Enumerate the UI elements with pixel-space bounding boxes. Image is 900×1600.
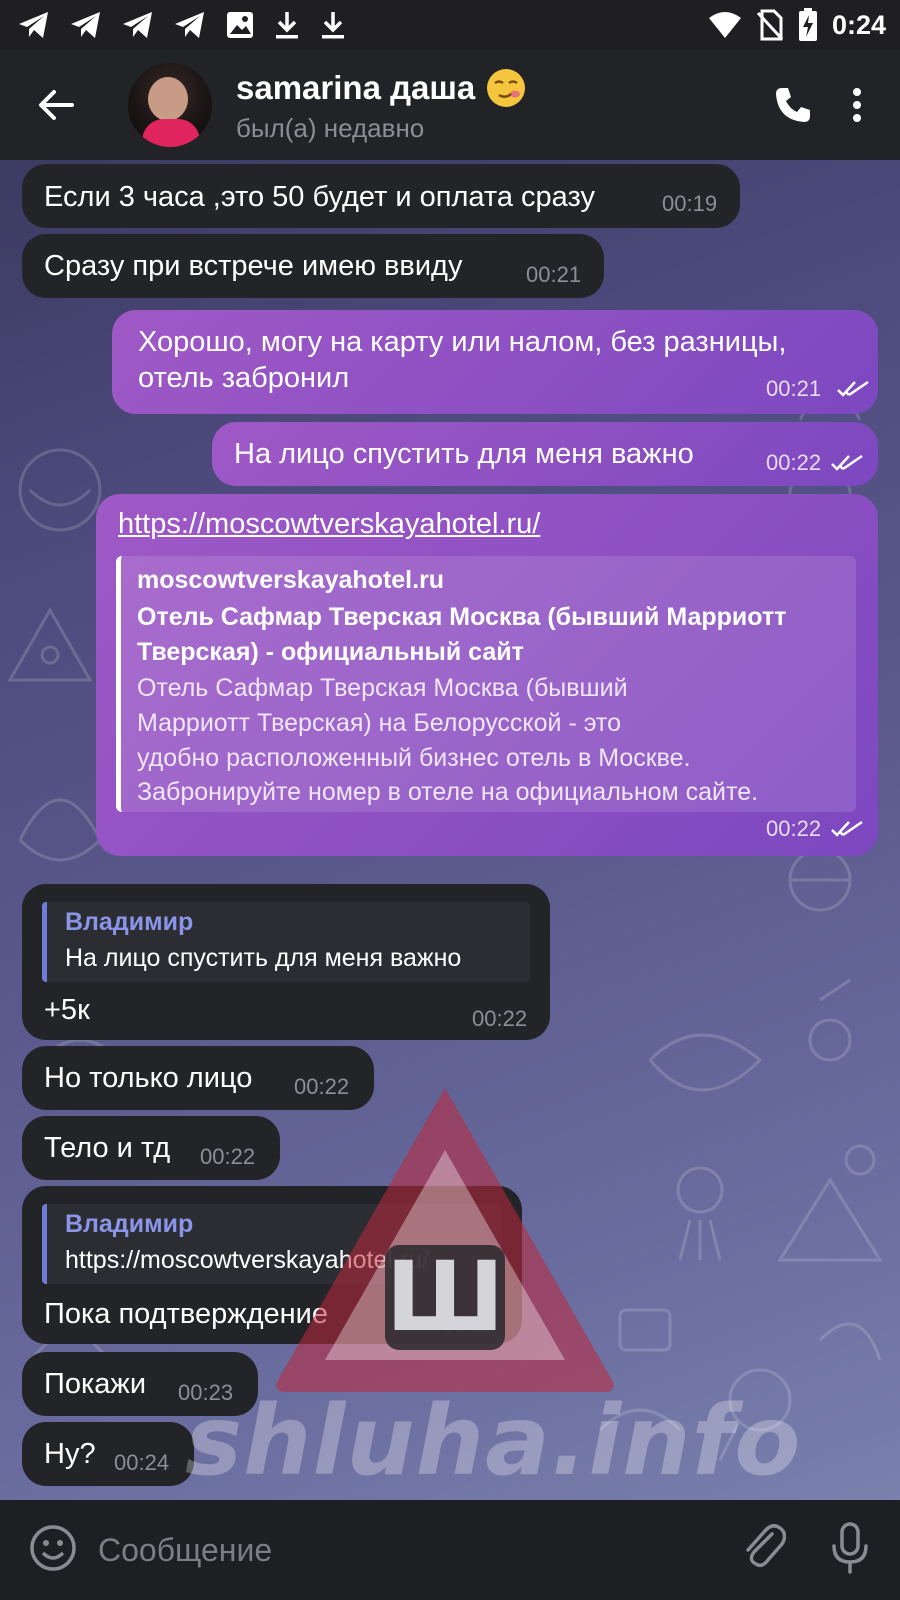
contact-last-seen: был(а) недавно xyxy=(236,112,425,143)
smile-icon xyxy=(30,1525,76,1571)
message-outgoing[interactable]: На лицо спустить для меня важно 00:22 xyxy=(212,422,878,486)
message-text: На лицо спустить для меня важно xyxy=(234,438,694,470)
message-time: 00:22 xyxy=(472,1006,528,1031)
attach-button[interactable] xyxy=(742,1524,787,1576)
arrow-left-icon xyxy=(39,90,74,120)
more-options-button[interactable] xyxy=(852,87,862,123)
message-incoming[interactable]: Тело и тд 00:22 xyxy=(22,1116,280,1180)
message-time: 00:21 xyxy=(526,262,582,287)
download-icon xyxy=(322,12,344,39)
reply-author: Владимир xyxy=(65,908,194,936)
message-link[interactable]: https://moscowtverskayahotel.ru/ xyxy=(118,508,540,541)
message-time: 00:22 xyxy=(442,1312,498,1337)
message-incoming-reply[interactable]: Владимир https://moscowtverskayahotel.ru… xyxy=(22,1186,522,1344)
message-text: Сразу при встрече имею ввиду xyxy=(44,250,463,282)
preview-description-line: Отель Сафмар Тверская Москва (бывший xyxy=(137,674,628,702)
telegram-icon xyxy=(19,12,48,38)
preview-description-line: Забронируйте номер в отеле на официально… xyxy=(137,778,759,806)
telegram-icon xyxy=(123,12,152,38)
avatar[interactable] xyxy=(128,63,212,147)
message-input[interactable] xyxy=(98,1531,742,1569)
preview-title-line: Отель Сафмар Тверская Москва (бывший Мар… xyxy=(137,603,787,631)
message-text: +5к xyxy=(44,994,90,1026)
reply-text: https://moscowtverskayahotel.ru/ xyxy=(65,1246,430,1274)
message-time: 00:22 xyxy=(200,1144,256,1169)
notification-icons xyxy=(18,10,346,40)
preview-description-line: Марриотт Тверская) на Белорусской - это xyxy=(137,709,621,737)
message-incoming[interactable]: Но только лицо 00:22 xyxy=(22,1046,374,1110)
message-incoming[interactable]: Ну? 00:24 xyxy=(22,1422,194,1486)
message-text-line: отель забронил xyxy=(138,362,350,394)
no-sim-icon xyxy=(756,9,784,41)
message-time: 00:22 xyxy=(766,450,822,475)
message-text-line: Хорошо, могу на карту или налом, без раз… xyxy=(138,326,787,358)
message-time: 00:22 xyxy=(294,1074,350,1099)
message-text: Пока подтверждение xyxy=(44,1298,329,1330)
message-text: Если 3 часа ,это 50 будет и оплата сразу xyxy=(44,181,595,213)
message-outgoing[interactable]: Хорошо, могу на карту или налом, без раз… xyxy=(112,310,878,414)
reply-quote[interactable]: Владимир На лицо спустить для меня важно xyxy=(42,902,530,982)
chat-header: samarina даша был(а) недавно xyxy=(0,50,900,160)
message-time: 00:19 xyxy=(662,191,718,216)
microphone-icon xyxy=(832,1522,868,1574)
read-checkmarks-icon xyxy=(837,380,869,397)
emoji-button[interactable] xyxy=(28,1523,78,1577)
reply-author: Владимир xyxy=(65,1210,194,1238)
wifi-icon xyxy=(708,12,741,38)
message-time: 00:21 xyxy=(766,376,822,401)
paperclip-icon xyxy=(746,1524,787,1568)
message-time: 00:22 xyxy=(766,816,822,841)
reply-text: На лицо спустить для меня важно xyxy=(65,944,462,972)
message-input-bar xyxy=(0,1500,900,1600)
chat-area[interactable]: Если 3 часа ,это 50 будет и оплата сразу… xyxy=(0,160,900,1500)
message-text: Но только лицо xyxy=(44,1062,253,1094)
link-preview[interactable]: moscowtverskayahotel.ru Отель Сафмар Тве… xyxy=(116,556,856,812)
contact-info[interactable]: samarina даша был(а) недавно xyxy=(236,67,527,144)
message-incoming[interactable]: Сразу при встрече имею ввиду 00:21 xyxy=(22,234,604,298)
preview-description-line: удобно расположенный бизнес отель в Моск… xyxy=(137,744,691,772)
telegram-icon xyxy=(71,12,100,38)
image-icon xyxy=(227,12,253,38)
watermark-text: shluha.info xyxy=(185,1385,802,1497)
message-incoming-reply[interactable]: Владимир На лицо спустить для меня важно… xyxy=(22,884,550,1040)
clock: 0:24 xyxy=(831,9,886,40)
status-bar: 0:24 xyxy=(0,0,900,50)
reply-quote[interactable]: Владимир https://moscowtverskayahotel.ru… xyxy=(42,1204,502,1284)
message-text: Покажи xyxy=(44,1368,147,1400)
read-checkmarks-icon xyxy=(831,454,863,471)
more-vertical-icon xyxy=(853,88,861,122)
call-button[interactable] xyxy=(774,86,812,124)
smirk-emoji-icon xyxy=(487,68,526,107)
back-button[interactable] xyxy=(28,77,84,133)
phone-icon xyxy=(776,88,810,122)
contact-name-text: samarina даша xyxy=(236,68,476,106)
telegram-icon xyxy=(175,12,204,38)
message-text: Тело и тд xyxy=(44,1132,171,1164)
message-incoming[interactable]: Если 3 часа ,это 50 будет и оплата сразу… xyxy=(22,164,740,228)
message-time: 00:24 xyxy=(114,1450,170,1475)
preview-site-name: moscowtverskayahotel.ru xyxy=(137,566,445,594)
contact-name: samarina даша xyxy=(236,67,527,109)
battery-charging-icon xyxy=(798,8,817,41)
voice-record-button[interactable] xyxy=(830,1522,870,1578)
message-outgoing-link[interactable]: https://moscowtverskayahotel.ru/ moscowt… xyxy=(96,494,878,856)
message-text: Ну? xyxy=(44,1438,96,1470)
download-icon xyxy=(276,12,298,39)
preview-title-line: Тверская) - официальный сайт xyxy=(137,638,524,666)
read-checkmarks-icon xyxy=(831,820,863,837)
